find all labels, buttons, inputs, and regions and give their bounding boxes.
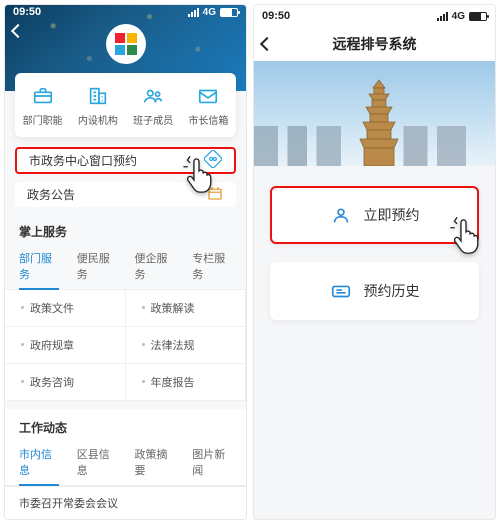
history-button[interactable]: 预约历史 bbox=[270, 262, 479, 320]
status-right: 4G bbox=[188, 7, 238, 18]
work-tabs: 市内信息 区县信息 政策摘要 图片新闻 bbox=[5, 440, 246, 486]
status-bar: 09:50 4G bbox=[254, 5, 495, 27]
back-icon[interactable] bbox=[11, 24, 25, 38]
pointer-hand-icon bbox=[449, 216, 483, 258]
work-tab-photo[interactable]: 图片新闻 bbox=[192, 440, 232, 485]
work-tab-county[interactable]: 区县信息 bbox=[77, 440, 117, 485]
user-icon bbox=[330, 204, 352, 226]
app-logo bbox=[106, 24, 146, 64]
signal-icon bbox=[188, 8, 199, 17]
palm-tabs: 部门服务 便民服务 便企服务 专栏服务 bbox=[5, 244, 246, 290]
mail-icon bbox=[195, 85, 221, 107]
battery-icon bbox=[220, 8, 238, 17]
palm-link[interactable]: 政策文件 bbox=[5, 290, 126, 327]
history-label: 预约历史 bbox=[364, 281, 420, 301]
quick-label: 部门职能 bbox=[15, 112, 70, 127]
work-tab-city[interactable]: 市内信息 bbox=[19, 440, 59, 486]
palm-link[interactable]: 年度报告 bbox=[126, 364, 247, 401]
back-icon[interactable] bbox=[260, 37, 274, 51]
palm-tab-biz[interactable]: 便企服务 bbox=[135, 244, 175, 289]
quick-item-mailbox[interactable]: 市长信箱 bbox=[181, 73, 236, 137]
notice-label: 政务公告 bbox=[27, 186, 75, 203]
appointment-label: 市政务中心窗口预约 bbox=[29, 152, 137, 169]
palm-link[interactable]: 政策解读 bbox=[126, 290, 247, 327]
palm-grid: 政策文件 政策解读 政府规章 法律法规 政务咨询 年度报告 bbox=[5, 290, 246, 401]
work-header: 工作动态 bbox=[5, 409, 246, 440]
building-icon bbox=[85, 85, 111, 107]
palm-link[interactable]: 政府规章 bbox=[5, 327, 126, 364]
book-now-button[interactable]: 立即预约 bbox=[270, 186, 479, 244]
status-time: 09:50 bbox=[262, 10, 290, 22]
quick-label: 市长信箱 bbox=[181, 112, 236, 127]
notice-row[interactable]: 政务公告 bbox=[15, 182, 236, 207]
quick-actions-card: 部门职能 内设机构 班子成员 市长信箱 bbox=[15, 73, 236, 137]
hero-banner bbox=[254, 61, 495, 166]
quick-label: 班子成员 bbox=[126, 112, 181, 127]
quick-item-structure[interactable]: 内设机构 bbox=[70, 73, 125, 137]
palm-link[interactable]: 政务咨询 bbox=[5, 364, 126, 401]
page-title: 远程排号系统 bbox=[333, 34, 417, 54]
palm-link[interactable]: 法律法规 bbox=[126, 327, 247, 364]
palm-service-header: 掌上服务 bbox=[5, 215, 246, 244]
appointment-icon bbox=[204, 150, 222, 171]
battery-icon bbox=[469, 12, 487, 21]
quick-item-duties[interactable]: 部门职能 bbox=[15, 73, 70, 137]
network-label: 4G bbox=[203, 7, 216, 18]
quick-item-team[interactable]: 班子成员 bbox=[126, 73, 181, 137]
status-right: 4G bbox=[437, 11, 487, 22]
phone-left: 09:50 4G 绵阳市政务服务监督管理局 部门职能 bbox=[4, 4, 247, 520]
book-now-label: 立即预约 bbox=[364, 205, 420, 225]
signal-icon bbox=[437, 12, 448, 21]
notice-icon bbox=[206, 184, 224, 205]
appointment-row[interactable]: 市政务中心窗口预约 bbox=[15, 147, 236, 174]
palm-tab-special[interactable]: 专栏服务 bbox=[192, 244, 232, 289]
quick-label: 内设机构 bbox=[70, 112, 125, 127]
pagoda-icon bbox=[355, 78, 403, 166]
network-label: 4G bbox=[452, 11, 465, 22]
work-tab-policy[interactable]: 政策摘要 bbox=[135, 440, 175, 485]
right-body: 立即预约 预约历史 bbox=[254, 166, 495, 519]
phone-right: 09:50 4G 远程排号系统 bbox=[253, 4, 496, 520]
people-icon bbox=[140, 85, 166, 107]
status-bar: 09:50 4G bbox=[5, 5, 246, 20]
palm-tab-dept[interactable]: 部门服务 bbox=[19, 244, 59, 290]
ticket-icon bbox=[330, 280, 352, 302]
palm-tab-people[interactable]: 便民服务 bbox=[77, 244, 117, 289]
title-bar: 远程排号系统 bbox=[254, 27, 495, 61]
news-item[interactable]: 市委召开常委会会议 bbox=[5, 486, 246, 519]
status-time: 09:50 bbox=[13, 6, 41, 18]
briefcase-icon bbox=[30, 85, 56, 107]
